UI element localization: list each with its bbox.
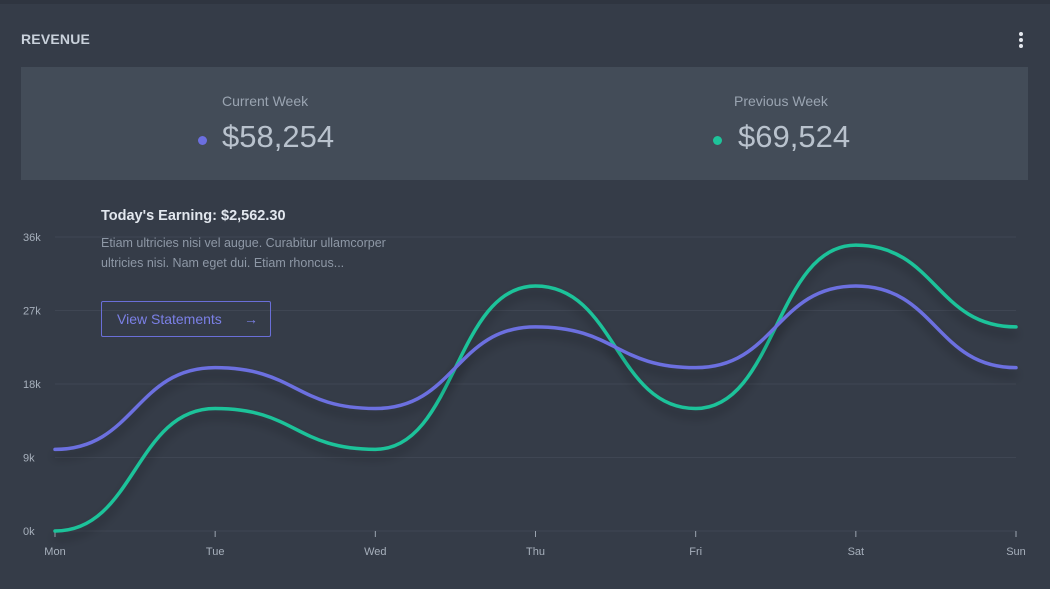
y-tick-label: 27k: [23, 306, 41, 318]
x-tick-label: Sat: [848, 546, 865, 558]
chart-axes: 0k 9k 18k 27k 36k Mon Tue Wed Thu Fri Sat Sun: [23, 232, 1026, 558]
y-tick-label: 36k: [23, 232, 41, 244]
todays-earning-heading: Today's Earning: $2,562.30: [101, 208, 286, 224]
y-tick-label: 0k: [23, 526, 35, 538]
x-tick-label: Tue: [206, 546, 225, 558]
x-tick-label: Mon: [44, 546, 65, 558]
y-tick-label: 18k: [23, 379, 41, 391]
earnings-description: Etiam ultricies nisi vel augue. Curabitu…: [101, 236, 386, 270]
x-tick-label: Sun: [1006, 546, 1026, 558]
x-tick-label: Fri: [689, 546, 702, 558]
x-tick-label: Thu: [526, 546, 545, 558]
chart-series: [53, 243, 1018, 533]
view-statements-label: View Statements: [117, 311, 222, 327]
revenue-line-chart: 0k 9k 18k 27k 36k Mon Tue Wed Thu Fri Sat Sun: [23, 232, 1026, 558]
earnings-overlay: Today's Earning: $2,562.30 Etiam ultrici…: [101, 208, 431, 273]
y-tick-label: 9k: [23, 453, 35, 465]
x-tick-label: Wed: [364, 546, 386, 558]
arrow-right-icon: →: [244, 311, 258, 327]
view-statements-button[interactable]: View Statements →: [101, 301, 271, 337]
chart-gridlines: [55, 236, 1016, 532]
